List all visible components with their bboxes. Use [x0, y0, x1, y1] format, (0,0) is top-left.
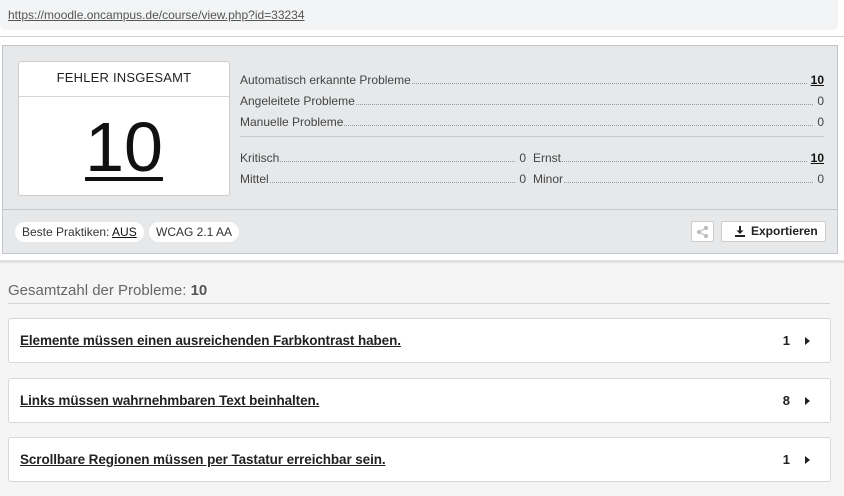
stat-guided: Angeleitete Probleme 0 [240, 92, 824, 108]
stat-critical: Kritisch 0 [240, 149, 526, 165]
caret-right-icon[interactable] [805, 456, 810, 464]
stat-label: Mittel [240, 172, 269, 186]
issue-title-link[interactable]: Links müssen wahrnehmbaren Text beinhalt… [20, 393, 319, 408]
stat-value: 0 [817, 115, 824, 129]
total-errors-label: FEHLER INSGESAMT [19, 62, 229, 97]
best-practices-toggle[interactable]: AUS [112, 225, 137, 239]
wcag-standard-badge[interactable]: WCAG 2.1 AA [149, 222, 240, 242]
download-icon [735, 226, 745, 237]
stat-value: 0 [519, 172, 526, 186]
stat-manual: Manuelle Probleme 0 [240, 113, 824, 129]
issues-section: Gesamtzahl der Probleme: 10 Elemente müs… [0, 263, 844, 496]
issue-count: 1 [782, 452, 790, 467]
stat-value: 0 [519, 151, 526, 165]
leader-dots [411, 83, 807, 84]
stat-label: Automatisch erkannte Probleme [240, 73, 411, 87]
stat-label: Ernst [533, 151, 562, 165]
caret-right-icon[interactable] [805, 337, 810, 345]
leader-dots [280, 161, 516, 162]
stat-label: Kritisch [240, 151, 280, 165]
issue-title-link[interactable]: Elemente müssen einen ausreichenden Farb… [20, 333, 401, 348]
issue-title-link[interactable]: Scrollbare Regionen müssen per Tastatur … [20, 452, 386, 467]
caret-right-icon[interactable] [805, 397, 810, 405]
stat-label: Manuelle Probleme [240, 115, 344, 129]
stat-value: 0 [817, 94, 824, 108]
leader-dots [344, 125, 814, 126]
issue-count: 8 [782, 393, 790, 408]
issue-row[interactable]: Links müssen wahrnehmbaren Text beinhalt… [8, 378, 831, 423]
stats-divider [240, 136, 824, 137]
total-errors-box: FEHLER INSGESAMT 10 [18, 61, 230, 196]
export-button[interactable]: Exportieren [721, 221, 826, 242]
footer-divider [3, 209, 837, 210]
share-icon [696, 225, 709, 239]
stat-label: Angeleitete Probleme [240, 94, 355, 108]
page-url-link[interactable]: https://moodle.oncampus.de/course/view.p… [8, 8, 305, 22]
stat-moderate: Mittel 0 [240, 170, 526, 186]
leader-dots [355, 104, 814, 105]
stat-value-link[interactable]: 10 [811, 73, 824, 87]
total-errors-count[interactable]: 10 [19, 112, 229, 182]
divider [0, 36, 844, 37]
leader-dots [562, 161, 807, 162]
leader-dots [269, 182, 516, 183]
stat-minor: Minor 0 [533, 170, 824, 186]
leader-dots [564, 182, 814, 183]
stat-serious: Ernst 10 [533, 149, 824, 165]
issues-heading-label: Gesamtzahl der Probleme: [8, 282, 187, 299]
export-label: Exportieren [751, 224, 818, 238]
best-practices-label: Beste Praktiken: [22, 225, 110, 239]
stat-automatic: Automatisch erkannte Probleme 10 [240, 71, 824, 87]
share-button[interactable] [691, 221, 714, 242]
issue-row[interactable]: Elemente müssen einen ausreichenden Farb… [8, 318, 831, 363]
stat-value: 0 [817, 172, 824, 186]
best-practices-badge: Beste Praktiken: AUS [15, 222, 144, 242]
issues-heading-count: 10 [190, 282, 208, 299]
issue-count: 1 [782, 333, 790, 348]
issues-heading: Gesamtzahl der Probleme: 10 [8, 282, 207, 299]
url-bar: https://moodle.oncampus.de/course/view.p… [0, 0, 838, 30]
heading-underline [8, 303, 830, 304]
summary-panel: FEHLER INSGESAMT 10 Automatisch erkannte… [2, 45, 838, 254]
stat-value-link[interactable]: 10 [811, 151, 824, 165]
issue-row[interactable]: Scrollbare Regionen müssen per Tastatur … [8, 437, 831, 482]
stat-label: Minor [533, 172, 564, 186]
